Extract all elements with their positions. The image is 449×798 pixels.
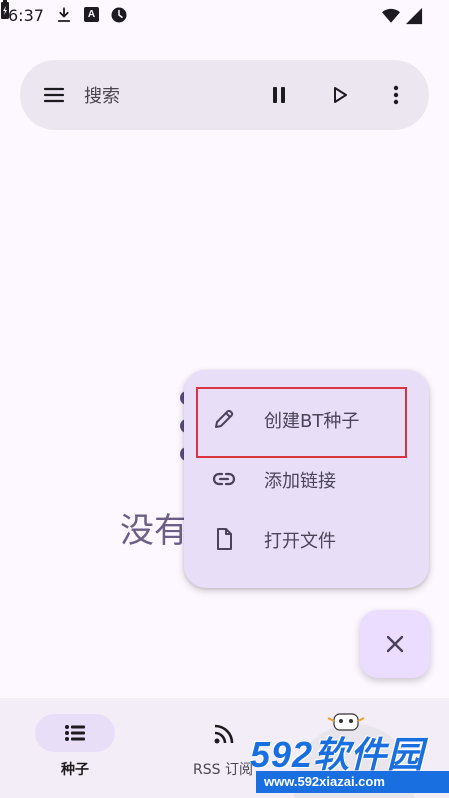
file-icon (217, 528, 232, 550)
add-link-label: 添加链接 (264, 471, 336, 492)
clock-app-icon (111, 7, 127, 23)
open-file-label: 打开文件 (264, 531, 336, 552)
nav-active-indicator (35, 714, 115, 752)
fab-menu: 创建BT种子 添加链接 打开文件 (184, 370, 429, 588)
a-app-icon: A (84, 7, 99, 22)
menu-icon[interactable] (42, 83, 66, 107)
close-icon (386, 635, 404, 653)
watermark: 592软件园 www.592xiazai.com (236, 704, 449, 798)
status-bar: 6:37 A (0, 0, 449, 32)
download-icon (57, 7, 71, 22)
empty-state-text: 没有 (120, 511, 188, 551)
nav-label-torrents: 种子 (61, 762, 89, 778)
status-time: 6:37 (8, 6, 44, 25)
more-vert-icon[interactable] (384, 83, 408, 107)
create-torrent-label: 创建BT种子 (264, 411, 360, 432)
add-link-item[interactable]: 添加链接 (184, 450, 429, 508)
pencil-icon (215, 409, 234, 428)
nav-item-torrents[interactable]: 种子 (0, 698, 150, 798)
pause-icon[interactable] (267, 83, 291, 107)
close-fab-button[interactable] (360, 610, 430, 678)
watermark-url: www.592xiazai.com (256, 771, 449, 793)
signal-icon (405, 7, 423, 25)
wifi-icon (382, 8, 400, 23)
list-icon (65, 725, 85, 741)
play-icon[interactable] (328, 83, 352, 107)
create-torrent-item[interactable]: 创建BT种子 (184, 390, 429, 448)
search-bar[interactable]: 搜索 (20, 60, 429, 130)
open-file-item[interactable]: 打开文件 (184, 510, 429, 568)
search-input[interactable]: 搜索 (84, 82, 120, 108)
rss-icon (214, 724, 234, 744)
link-icon (212, 472, 236, 486)
